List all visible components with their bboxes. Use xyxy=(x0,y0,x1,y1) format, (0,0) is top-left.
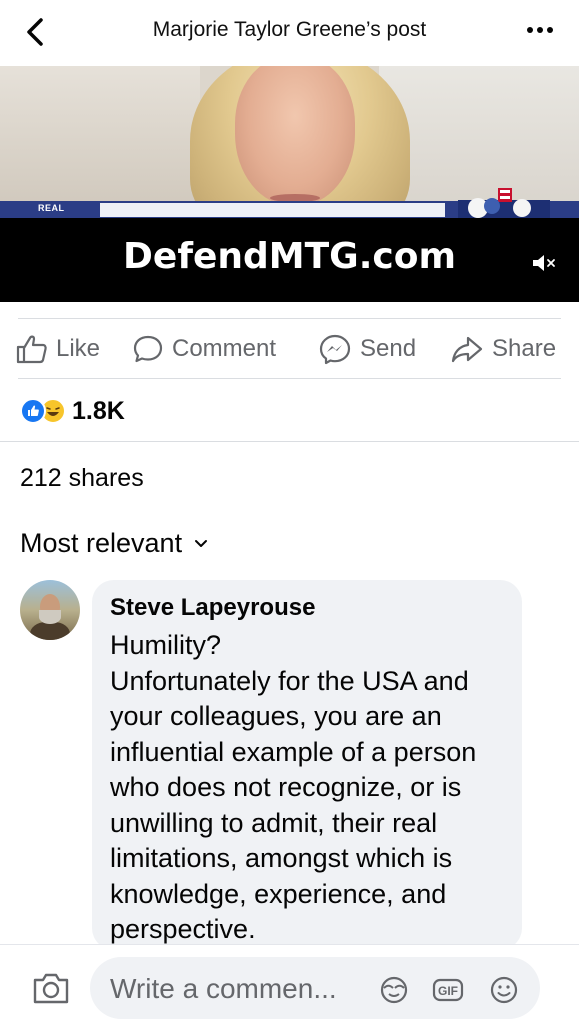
flag-logo-icon xyxy=(458,188,550,220)
send-label: Send xyxy=(360,335,417,362)
post-header: Marjorie Taylor Greene’s post xyxy=(0,0,579,66)
reaction-summary[interactable]: 1.8K xyxy=(20,396,125,426)
share-label: Share xyxy=(492,335,557,362)
comment-label: Comment xyxy=(172,335,277,362)
gif-icon[interactable]: GIF xyxy=(432,975,464,1005)
shares-count[interactable]: 212 shares xyxy=(20,464,144,493)
comment-bubble-icon xyxy=(133,335,163,363)
emoji-icon[interactable] xyxy=(488,975,520,1005)
comment-input[interactable]: Write a commen... GIF xyxy=(90,957,540,1019)
channel-logo: REAL xyxy=(38,203,65,213)
share-button[interactable]: Share xyxy=(450,334,556,364)
divider xyxy=(0,441,579,442)
lower-third-bar xyxy=(100,203,445,217)
avatar-sticker-icon[interactable] xyxy=(378,975,410,1005)
comment-text: Humility? Unfortunately for the USA and … xyxy=(110,630,477,944)
more-options-icon[interactable] xyxy=(525,20,555,40)
thumbs-up-icon xyxy=(16,335,47,364)
avatar-beard xyxy=(39,610,61,624)
comment-composer: Write a commen... GIF xyxy=(0,944,579,1025)
comment-button[interactable]: Comment xyxy=(132,334,276,364)
page-title: Marjorie Taylor Greene’s post xyxy=(152,18,427,41)
messenger-icon xyxy=(319,334,351,365)
mute-icon[interactable] xyxy=(531,252,557,274)
send-button[interactable]: Send xyxy=(318,334,417,365)
chevron-down-icon xyxy=(195,539,208,547)
avatar-body xyxy=(30,622,70,640)
like-label: Like xyxy=(56,335,101,362)
video-player[interactable]: REAL DefendMTG.com xyxy=(0,66,579,302)
comment-sort-dropdown[interactable]: Most relevant xyxy=(20,528,208,559)
like-button[interactable]: Like xyxy=(16,334,100,364)
avatar[interactable] xyxy=(20,580,80,640)
overlay-text: DefendMTG.com xyxy=(123,236,456,277)
post-actions-bar: Like Comment Send Share xyxy=(0,318,579,379)
comment-placeholder: Write a commen... xyxy=(110,973,337,1004)
reaction-count: 1.8K xyxy=(72,396,125,425)
video-subject-face xyxy=(235,66,355,206)
comment-bubble[interactable]: Steve Lapeyrouse Humility? Unfortunately… xyxy=(92,580,522,950)
comment-author[interactable]: Steve Lapeyrouse xyxy=(110,594,315,622)
camera-icon[interactable] xyxy=(32,971,70,1005)
sort-label: Most relevant xyxy=(20,528,183,558)
divider xyxy=(18,318,561,319)
share-arrow-icon xyxy=(451,336,483,363)
video-background xyxy=(0,66,200,218)
like-reaction-icon xyxy=(20,398,46,424)
svg-text:GIF: GIF xyxy=(438,984,458,998)
divider xyxy=(18,378,561,379)
